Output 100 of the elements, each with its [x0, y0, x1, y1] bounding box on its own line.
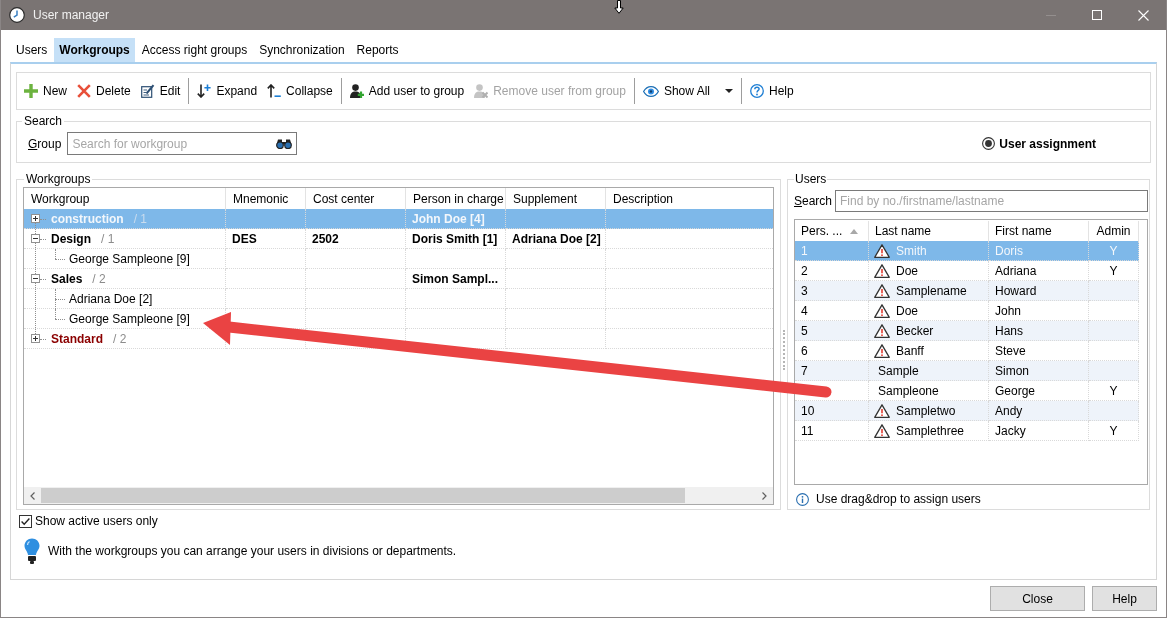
plus-box-icon[interactable] — [31, 334, 40, 343]
table-row[interactable]: 11 Samplethree Jacky Y — [795, 421, 1139, 441]
tree-row[interactable]: Sales / 2 Simon Sampl... — [24, 269, 773, 289]
table-cell-text: Y — [1109, 262, 1118, 280]
chevron-left-icon[interactable] — [30, 491, 35, 500]
table-cell-text: John Doe [4] — [412, 210, 485, 228]
table-cell-text: 10 — [801, 402, 815, 420]
table-cell-text: 5 — [801, 322, 808, 340]
table-cell-text: Jacky — [995, 422, 1026, 440]
tree-row[interactable]: George Sampleone [9] — [24, 249, 773, 269]
toolbar-button[interactable]: Collapse — [263, 78, 337, 104]
table-cell-text: Doe — [896, 262, 918, 280]
table-cell-text: Sampletwo — [896, 402, 956, 420]
column-header[interactable]: Admin — [1096, 222, 1131, 240]
plus-icon — [24, 84, 38, 98]
search-field[interactable]: Search for workgroup — [67, 132, 298, 155]
table-row[interactable]: 5 Becker Hans — [795, 321, 1139, 341]
cross-icon — [77, 84, 91, 98]
checkbox[interactable]: Show active users only — [19, 512, 158, 530]
dialog-button[interactable]: Close — [990, 586, 1085, 611]
pencil-note-icon — [140, 84, 155, 98]
scrollbar-thumb[interactable] — [41, 488, 685, 503]
column-header[interactable]: Description — [613, 189, 674, 208]
group-legend: Users — [794, 172, 828, 186]
table-row[interactable]: 3 Samplename Howard — [795, 281, 1139, 301]
table-cell-text: Becker — [896, 322, 934, 340]
toolbar-button[interactable]: Add user to group — [345, 78, 469, 104]
chevron-right-icon[interactable] — [762, 491, 767, 500]
table-cell-text: Smith — [896, 242, 927, 260]
group-name: Standard — [51, 330, 103, 348]
table-cell-text: Y — [1109, 242, 1118, 260]
table-cell-text: George — [995, 382, 1036, 400]
table-cell-text: Simon Sampl... — [412, 270, 498, 288]
table-cell-text: John — [995, 302, 1022, 320]
group-name: Design — [51, 230, 91, 248]
field-label: Group — [28, 135, 62, 153]
search-field[interactable]: Find by no./firstname/lastname — [835, 190, 1148, 212]
table-cell-text: 4 — [801, 302, 808, 320]
table-cell-text: Hans — [995, 322, 1023, 340]
arrow-down-plus-icon — [197, 84, 212, 98]
table-cell-text: Sample — [878, 362, 919, 380]
cursor-icon — [614, 0, 624, 14]
minus-box-icon[interactable] — [31, 274, 40, 283]
table-cell-text: Y — [1109, 422, 1118, 440]
table-cell-text: 2 — [801, 262, 808, 280]
column-header[interactable]: Supplement — [513, 189, 578, 208]
minus-box-icon[interactable] — [31, 234, 40, 243]
table-row[interactable]: 7 Sample Simon — [795, 361, 1139, 381]
tree-row[interactable]: Design / 1 DES 2502 Doris Smith [1] Adriana Doe [2] — [24, 229, 773, 249]
maximize-icon — [1092, 10, 1102, 20]
table-cell-text: Doris — [995, 242, 1023, 260]
table-row[interactable]: Sampleone George Y — [795, 381, 1139, 401]
dialog-button[interactable]: Help — [1092, 586, 1157, 611]
table-row[interactable]: 2 Doe Adriana Y — [795, 261, 1139, 281]
toolbar-button[interactable]: Edit — [136, 78, 185, 104]
toolbar-button[interactable]: Delete — [73, 78, 135, 104]
table-row[interactable]: 4 Doe John — [795, 301, 1139, 321]
tree-row[interactable]: George Sampleone [9] — [24, 309, 773, 329]
member-count: / 2 — [113, 330, 127, 348]
table-cell-text: Doe — [896, 302, 918, 320]
member-name: Adriana Doe [2] — [69, 290, 153, 308]
table-cell-text: 3 — [801, 282, 808, 300]
table-cell-text: Andy — [995, 402, 1023, 420]
column-header[interactable]: Person in charge — [413, 189, 504, 208]
column-header[interactable]: First name — [995, 222, 1052, 240]
toolbar-button[interactable]: Help — [745, 78, 798, 104]
horizontal-scrollbar[interactable] — [24, 487, 773, 504]
table-cell-text: 2502 — [312, 230, 339, 248]
splitter-handle[interactable] — [783, 330, 785, 370]
table-row[interactable]: 10 Sampletwo Andy — [795, 401, 1139, 421]
tip-text: With the workgroups you can arrange your users in divisions or departments. — [48, 543, 457, 560]
column-header[interactable]: Last name — [875, 222, 932, 240]
tree-row[interactable]: Adriana Doe [2] — [24, 289, 773, 309]
column-header[interactable]: Cost center — [313, 189, 375, 208]
toolbar-button[interactable]: Show All — [638, 78, 737, 104]
toolbar-button[interactable]: New — [20, 78, 71, 104]
plus-box-icon[interactable] — [31, 214, 40, 223]
window-title: User manager — [33, 7, 110, 24]
arrow-up-minus-icon — [267, 84, 282, 98]
group-legend: Search — [22, 114, 65, 128]
column-header[interactable]: Mnemonic — [233, 189, 289, 208]
table-cell-text: Adriana Doe [2] — [512, 230, 601, 248]
help-icon — [749, 84, 764, 98]
table-cell-text: 7 — [801, 362, 808, 380]
table-cell-text: Simon — [995, 362, 1029, 380]
column-header[interactable]: Pers. ... — [801, 222, 843, 240]
hint-text: Use drag&drop to assign users — [816, 491, 981, 508]
caret-down-icon[interactable] — [724, 89, 733, 93]
table-cell-text: Sampleone — [878, 382, 939, 400]
member-count: / 1 — [101, 230, 115, 248]
toolbar-button[interactable]: Expand — [193, 78, 262, 104]
column-header[interactable]: Workgroup — [31, 189, 90, 208]
binoculars-icon[interactable] — [276, 138, 293, 149]
member-name: George Sampleone [9] — [69, 250, 190, 268]
table-cell-text: Samplethree — [896, 422, 965, 440]
tab[interactable]: Workgroups — [54, 38, 135, 62]
radio-button[interactable]: User assignment — [982, 134, 1096, 153]
table-cell-text: 6 — [801, 342, 808, 360]
table-row[interactable]: 6 Banff Steve — [795, 341, 1139, 361]
group-name: construction — [51, 210, 124, 228]
